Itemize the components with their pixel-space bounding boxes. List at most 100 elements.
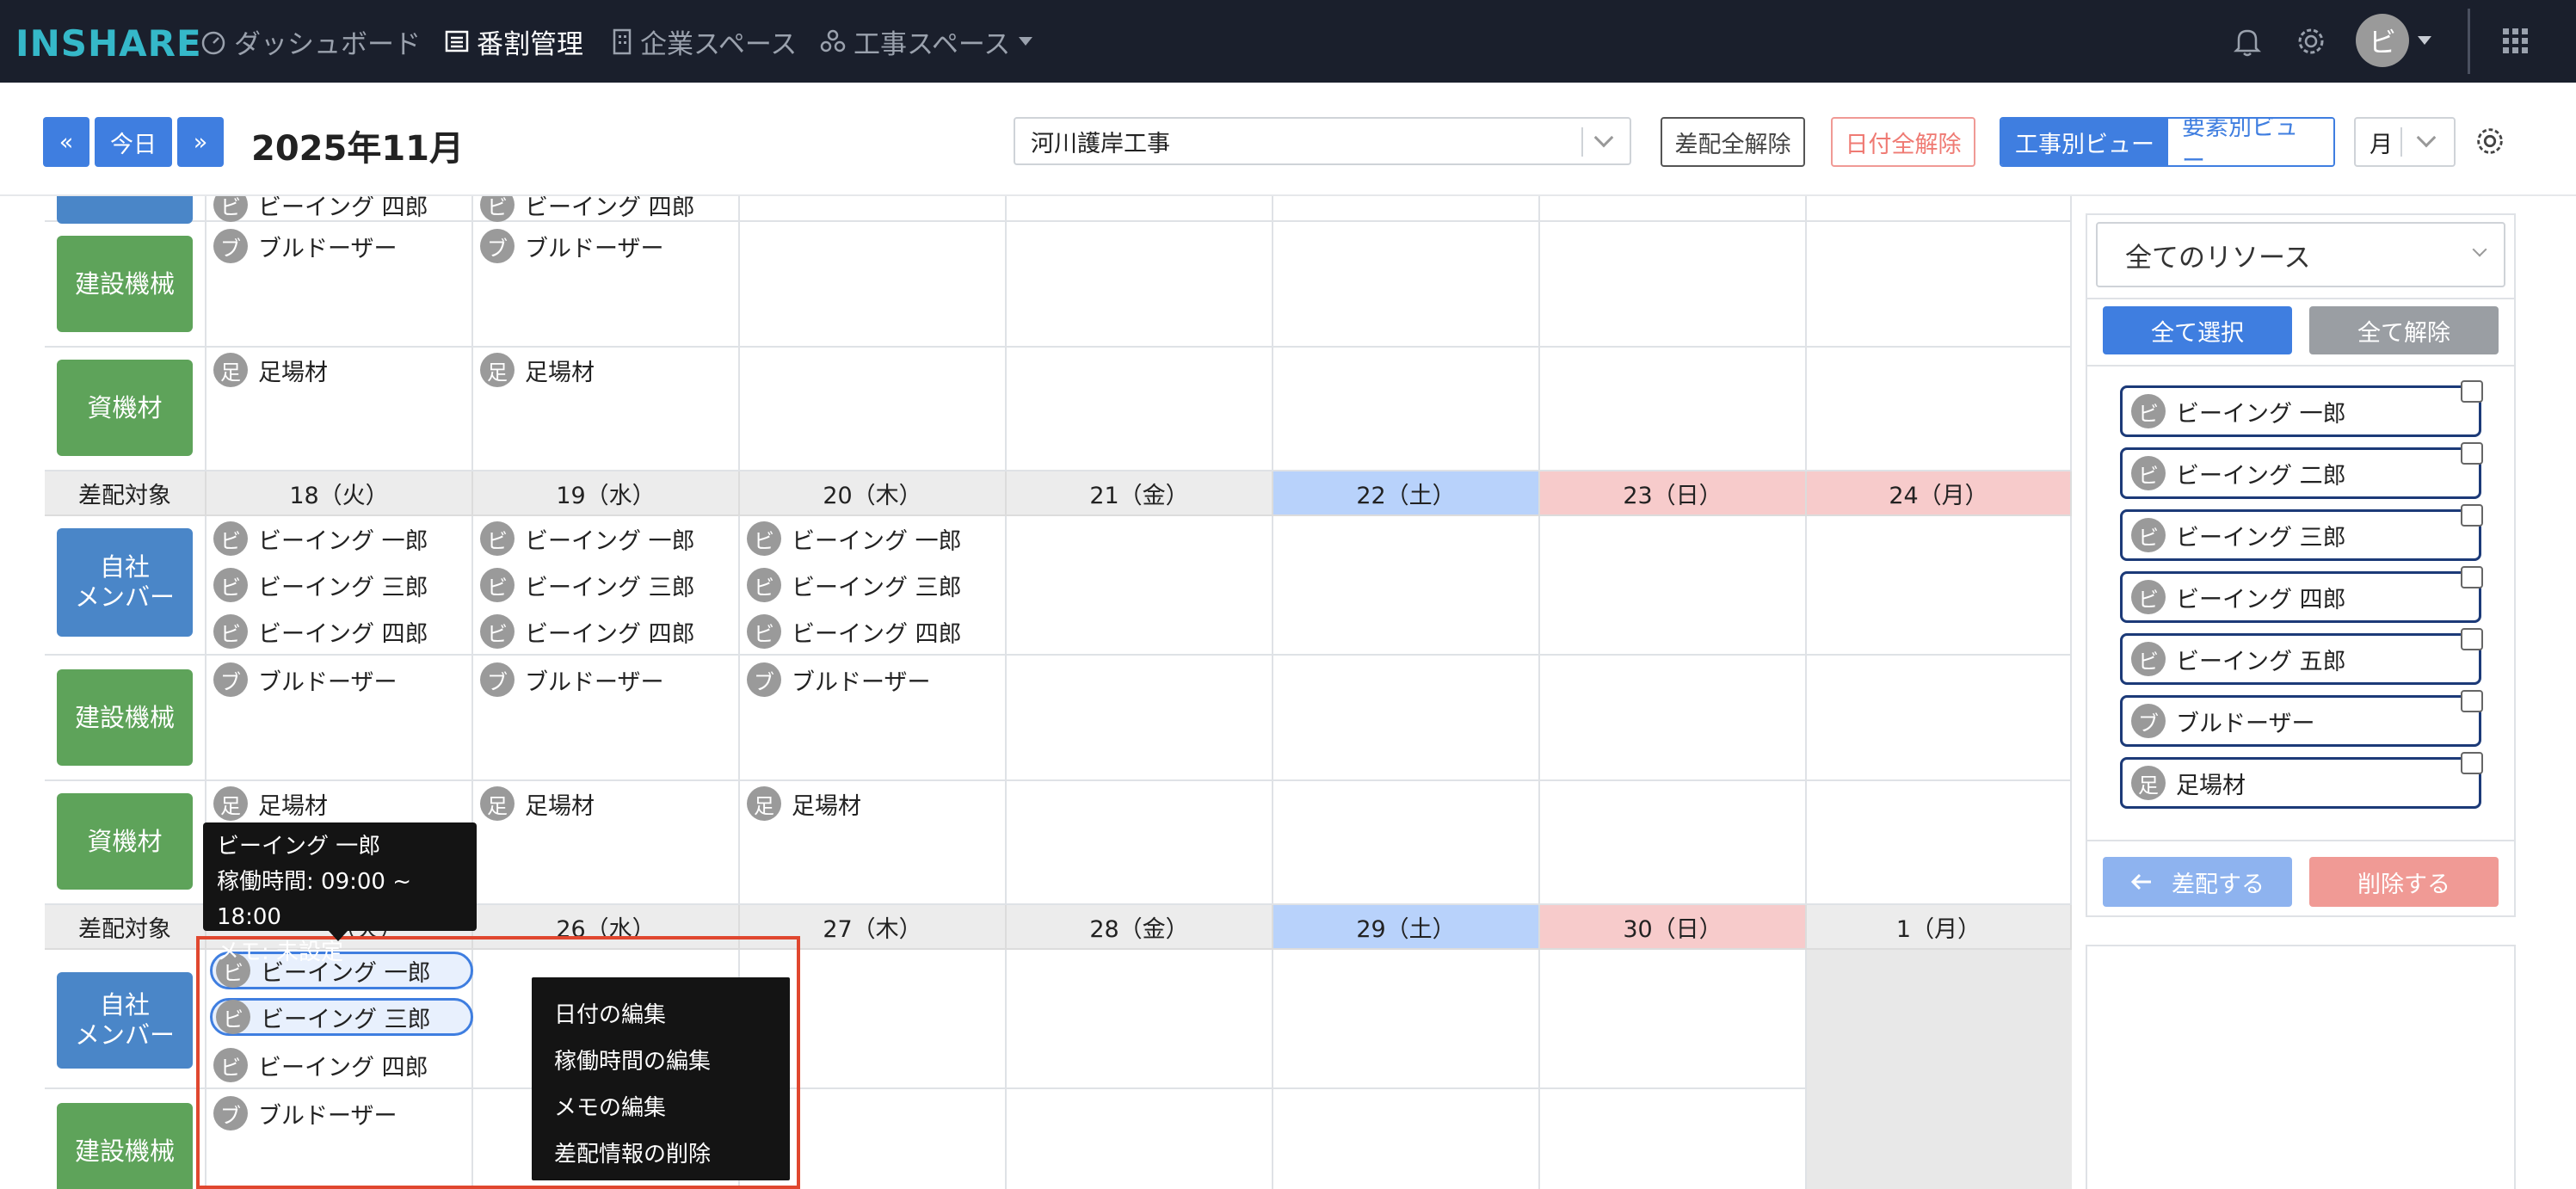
chip-machine[interactable]: ブブルドーザー xyxy=(213,227,397,265)
nav-assignment[interactable]: 番割管理 xyxy=(444,24,583,60)
calendar-cell[interactable] xyxy=(1273,781,1540,905)
calendar-cell[interactable] xyxy=(1007,1089,1273,1189)
category-machines[interactable]: 建設機械 xyxy=(57,669,193,766)
clear-dates-button[interactable]: 日付全解除 xyxy=(1831,117,1975,167)
calendar-cell[interactable] xyxy=(1540,781,1807,905)
resource-checkbox[interactable] xyxy=(2461,380,2483,403)
calendar-cell[interactable] xyxy=(1273,222,1540,348)
calendar-cell[interactable] xyxy=(1273,348,1540,471)
clear-assignments-button[interactable]: 差配全解除 xyxy=(1661,117,1805,167)
resource-item[interactable]: ビビーイング 一郎 xyxy=(2120,385,2481,437)
apps-grid-icon[interactable] xyxy=(2497,22,2535,60)
calendar-cell[interactable] xyxy=(1807,348,2072,471)
category-machines[interactable]: 建設機械 xyxy=(57,1103,193,1189)
chip-material[interactable]: 足足場材 xyxy=(747,785,861,822)
resource-checkbox[interactable] xyxy=(2461,442,2483,465)
chip-material[interactable]: 足足場材 xyxy=(213,785,328,822)
resource-item[interactable]: ブブルドーザー xyxy=(2120,695,2481,747)
nav-construction-space[interactable]: 工事スペース xyxy=(819,24,1033,60)
calendar-cell[interactable] xyxy=(1807,781,2072,905)
bell-icon[interactable] xyxy=(2228,22,2266,60)
calendar-cell[interactable] xyxy=(1007,516,1273,656)
calendar-cell[interactable] xyxy=(1807,656,2072,781)
chip-member[interactable]: ビビーイング 四郎 xyxy=(213,613,428,650)
project-select[interactable]: 河川護岸工事 xyxy=(1014,117,1631,165)
resource-item[interactable]: ビビーイング 二郎 xyxy=(2120,447,2481,499)
resource-item[interactable]: ビビーイング 三郎 xyxy=(2120,509,2481,561)
chip-machine[interactable]: ブブルドーザー xyxy=(480,661,663,699)
calendar-cell[interactable] xyxy=(740,348,1007,471)
menu-edit-memo[interactable]: メモの編集 xyxy=(532,1082,790,1129)
calendar-cell[interactable] xyxy=(1273,950,1540,1089)
gear-icon[interactable] xyxy=(2292,22,2330,60)
calendar-cell[interactable] xyxy=(1540,196,1807,222)
calendar-cell[interactable] xyxy=(1540,1089,1807,1189)
nav-company-space[interactable]: 企業スペース xyxy=(611,24,797,60)
chip-member[interactable]: ビビーイング 三郎 xyxy=(747,566,962,604)
calendar-cell[interactable] xyxy=(1007,196,1273,222)
chevron-down-icon[interactable] xyxy=(2418,36,2431,45)
delete-button[interactable]: 削除する xyxy=(2309,857,2499,907)
chip-machine[interactable]: ブブルドーザー xyxy=(213,661,397,699)
avatar[interactable]: ビ xyxy=(2356,14,2409,67)
prev-button[interactable]: « xyxy=(43,117,89,167)
calendar-cell[interactable] xyxy=(740,222,1007,348)
view-by-element-tab[interactable]: 要素別ビュー xyxy=(2168,119,2333,165)
calendar-cell[interactable] xyxy=(1007,656,1273,781)
chip-material[interactable]: 足足場材 xyxy=(480,785,595,822)
calendar-cell[interactable] xyxy=(1540,348,1807,471)
category-members[interactable]: 自社 メンバー xyxy=(57,528,193,637)
category-machines[interactable]: 建設機械 xyxy=(57,236,193,332)
select-all-button[interactable]: 全て選択 xyxy=(2103,306,2292,354)
chip-member[interactable]: ビビーイング 四郎 xyxy=(747,613,962,650)
chip-machine[interactable]: ブブルドーザー xyxy=(747,661,930,699)
deselect-all-button[interactable]: 全て解除 xyxy=(2309,306,2499,354)
view-by-project-tab[interactable]: 工事別ビュー xyxy=(2001,119,2168,165)
chip-member[interactable]: ビビーイング 一郎 xyxy=(480,520,695,558)
resource-item[interactable]: ビビーイング 四郎 xyxy=(2120,571,2481,623)
resource-checkbox[interactable] xyxy=(2461,566,2483,588)
resource-checkbox[interactable] xyxy=(2461,752,2483,774)
today-button[interactable]: 今日 xyxy=(95,117,172,167)
category-materials[interactable]: 資機材 xyxy=(57,360,193,456)
chip-member[interactable]: ビビーイング 一郎 xyxy=(747,520,962,558)
menu-edit-date[interactable]: 日付の編集 xyxy=(532,989,790,1036)
resource-item[interactable]: ビビーイング 五郎 xyxy=(2120,633,2481,685)
calendar-cell[interactable] xyxy=(1540,222,1807,348)
next-button[interactable]: » xyxy=(177,117,224,167)
calendar-cell[interactable] xyxy=(1273,656,1540,781)
resource-checkbox[interactable] xyxy=(2461,628,2483,650)
calendar-cell[interactable] xyxy=(1807,196,2072,222)
chip-member[interactable]: ビビーイング 四郎 xyxy=(480,613,695,650)
nav-dashboard[interactable]: ダッシュボード xyxy=(200,24,421,60)
app-logo[interactable]: INSHARE xyxy=(15,22,202,65)
chip-member-partial[interactable]: ビビーイング 四郎 xyxy=(480,196,695,224)
resource-filter-select[interactable]: 全てのリソース xyxy=(2096,222,2505,287)
chip-member[interactable]: ビビーイング 三郎 xyxy=(480,566,695,604)
category-materials[interactable]: 資機材 xyxy=(57,793,193,890)
calendar-cell[interactable] xyxy=(1007,348,1273,471)
calendar-cell[interactable] xyxy=(740,196,1007,222)
calendar-cell[interactable] xyxy=(1007,222,1273,348)
menu-delete-assignment[interactable]: 差配情報の削除 xyxy=(532,1129,790,1175)
calendar-cell[interactable] xyxy=(1540,516,1807,656)
period-select[interactable]: 月 xyxy=(2354,117,2456,167)
chip-member[interactable]: ビビーイング 三郎 xyxy=(213,566,428,604)
settings-icon[interactable] xyxy=(2471,122,2509,160)
calendar-cell[interactable] xyxy=(1540,950,1807,1089)
calendar-cell[interactable] xyxy=(1007,781,1273,905)
calendar-cell[interactable] xyxy=(1273,516,1540,656)
chip-material[interactable]: 足足場材 xyxy=(480,351,595,389)
chip-machine[interactable]: ブブルドーザー xyxy=(480,227,663,265)
chip-member-partial[interactable]: ビビーイング 四郎 xyxy=(213,196,428,224)
assign-button[interactable]: 差配する xyxy=(2103,857,2292,907)
calendar-cell[interactable] xyxy=(1807,222,2072,348)
calendar-cell[interactable] xyxy=(1007,950,1273,1089)
category-members-partial[interactable] xyxy=(57,196,193,224)
chip-member[interactable]: ビビーイング 一郎 xyxy=(213,520,428,558)
menu-edit-hours[interactable]: 稼働時間の編集 xyxy=(532,1036,790,1082)
calendar-cell[interactable] xyxy=(1273,196,1540,222)
category-members[interactable]: 自社 メンバー xyxy=(57,972,193,1069)
calendar-cell[interactable] xyxy=(1540,656,1807,781)
resource-checkbox[interactable] xyxy=(2461,504,2483,527)
